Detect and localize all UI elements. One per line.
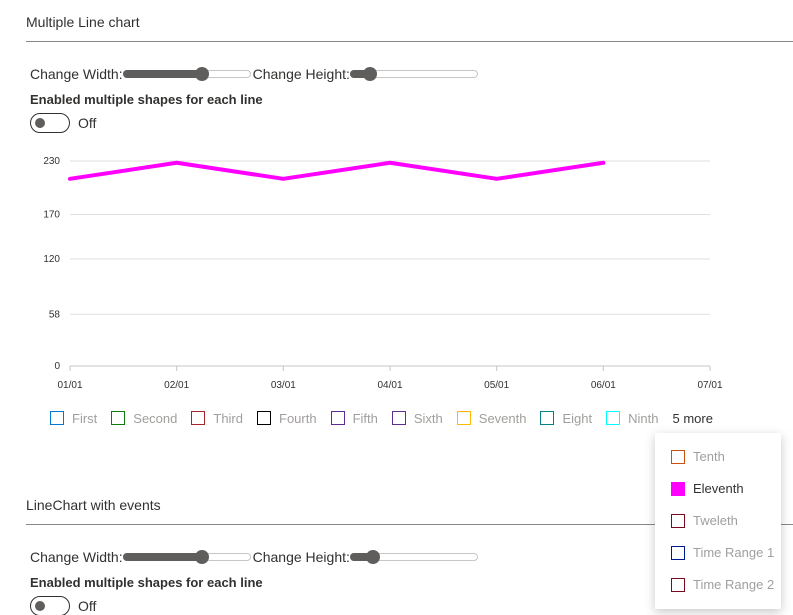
multiple-shapes-label: Enabled multiple shapes for each line xyxy=(30,575,263,590)
slider-thumb[interactable] xyxy=(363,67,378,81)
multiple-shapes-toggle[interactable] xyxy=(30,113,70,133)
y-tick-label: 120 xyxy=(43,254,60,265)
slider-thumb[interactable] xyxy=(194,67,209,81)
multiple-shapes-toggle-row: Off xyxy=(30,596,96,615)
legend-label: Eleventh xyxy=(693,481,744,496)
y-tick-label: 230 xyxy=(43,156,60,167)
legend-swatch xyxy=(671,449,685,464)
change-width-label: Change Width: xyxy=(30,549,123,565)
legend-swatch xyxy=(540,411,555,425)
x-tick-label: 07/01 xyxy=(697,380,722,391)
legend-label: Tenth xyxy=(693,449,725,464)
x-tick-label: 04/01 xyxy=(377,380,402,391)
legend-overflow-flyout: Tenth Eleventh Tweleth Time Range 1 Time Ran… xyxy=(655,433,781,609)
legend-label: Fifth xyxy=(352,410,378,426)
legend-item-time-range-2[interactable]: Time Range 2 xyxy=(671,577,774,592)
legend-item-sixth[interactable]: Sixth xyxy=(391,410,443,426)
legend-swatch xyxy=(330,411,345,425)
section-divider xyxy=(26,41,793,42)
legend-label: First xyxy=(72,410,98,426)
multiple-shapes-toggle[interactable] xyxy=(30,596,70,615)
legend-item-fourth[interactable]: Fourth xyxy=(257,411,317,426)
legend-swatch xyxy=(191,411,206,425)
toggle-state-text: Off xyxy=(78,598,97,614)
legend-label: Fourth xyxy=(279,410,317,426)
line-chart: 0 58 120 170 230 01/01 02/01 03/01 04/01 05/01 06/… xyxy=(43,156,723,391)
legend-item-tenth[interactable]: Tenth xyxy=(671,449,725,464)
legend-swatch xyxy=(456,411,471,425)
series-line-eleventh xyxy=(68,160,606,181)
legend-swatch xyxy=(671,481,685,496)
change-height-slider[interactable] xyxy=(349,548,478,566)
legend-label: Third xyxy=(213,410,243,426)
legend-swatch xyxy=(391,411,406,425)
x-tick-label: 05/01 xyxy=(484,380,509,391)
slider-thumb[interactable] xyxy=(365,550,380,564)
legend-item-ninth[interactable]: Ninth xyxy=(606,411,658,426)
legend-swatch xyxy=(50,411,64,425)
legend-label: Time Range 2 xyxy=(693,577,775,592)
legend-label: Sixth xyxy=(413,410,443,426)
legend-item-fifth[interactable]: Fifth xyxy=(330,410,378,426)
change-width-slider[interactable] xyxy=(122,65,251,83)
legend-label: Seventh xyxy=(478,410,527,426)
legend-label: Ninth xyxy=(628,410,659,426)
legend-more-button[interactable]: 5 more xyxy=(672,411,712,426)
legend-item-seventh[interactable]: Seventh xyxy=(456,410,527,426)
legend-swatch xyxy=(257,411,271,425)
change-width-slider[interactable] xyxy=(122,548,251,566)
legend-swatch xyxy=(671,513,685,528)
change-height-label: Change Height: xyxy=(252,549,350,565)
slider-fill xyxy=(122,70,202,78)
multiple-shapes-toggle-row: Off xyxy=(30,113,96,133)
legend-swatch xyxy=(671,545,685,560)
toggle-state-text: Off xyxy=(78,115,97,131)
multiple-shapes-label: Enabled multiple shapes for each line xyxy=(30,92,263,107)
legend-swatch xyxy=(671,577,685,592)
toggle-knob xyxy=(35,118,45,128)
slider-thumb[interactable] xyxy=(194,550,209,564)
legend-item-first[interactable]: First xyxy=(50,411,97,426)
toggle-knob xyxy=(35,601,45,611)
legend-item-time-range-1[interactable]: Time Range 1 xyxy=(671,545,774,560)
y-tick-label: 58 xyxy=(49,309,61,320)
legend-swatch xyxy=(111,411,126,425)
legend-item-eleventh[interactable]: Eleventh xyxy=(671,481,744,496)
legend-item-eight[interactable]: Eight xyxy=(540,411,592,426)
section-title-linechart-with-events: LineChart with events xyxy=(26,497,161,513)
size-controls: Change Width: Change Height: xyxy=(30,65,480,83)
legend-item-tweleth[interactable]: Tweleth xyxy=(671,513,738,528)
size-controls: Change Width: Change Height: xyxy=(30,548,480,566)
section-title-multiple-line-chart: Multiple Line chart xyxy=(26,14,140,30)
change-height-slider[interactable] xyxy=(349,65,478,83)
x-tick-label: 06/01 xyxy=(591,380,616,391)
legend-label: Second xyxy=(133,410,178,426)
legend-label: Eight xyxy=(562,410,593,426)
x-tick-label: 01/01 xyxy=(57,380,82,391)
y-tick-label: 0 xyxy=(54,361,60,372)
y-tick-label: 170 xyxy=(43,209,60,220)
change-width-label: Change Width: xyxy=(30,66,123,82)
legend-swatch xyxy=(606,411,621,425)
slider-fill xyxy=(122,553,202,561)
legend-label: Tweleth xyxy=(693,513,738,528)
legend-item-third[interactable]: Third xyxy=(191,411,243,426)
x-tick-label: 02/01 xyxy=(164,380,189,391)
chart-legend: First Second Third Fourth Fifth Sixth Seventh E… xyxy=(50,409,713,427)
legend-item-second[interactable]: Second xyxy=(111,411,177,426)
change-height-label: Change Height: xyxy=(252,66,350,82)
x-tick-label: 03/01 xyxy=(271,380,296,391)
legend-label: Time Range 1 xyxy=(693,545,775,560)
